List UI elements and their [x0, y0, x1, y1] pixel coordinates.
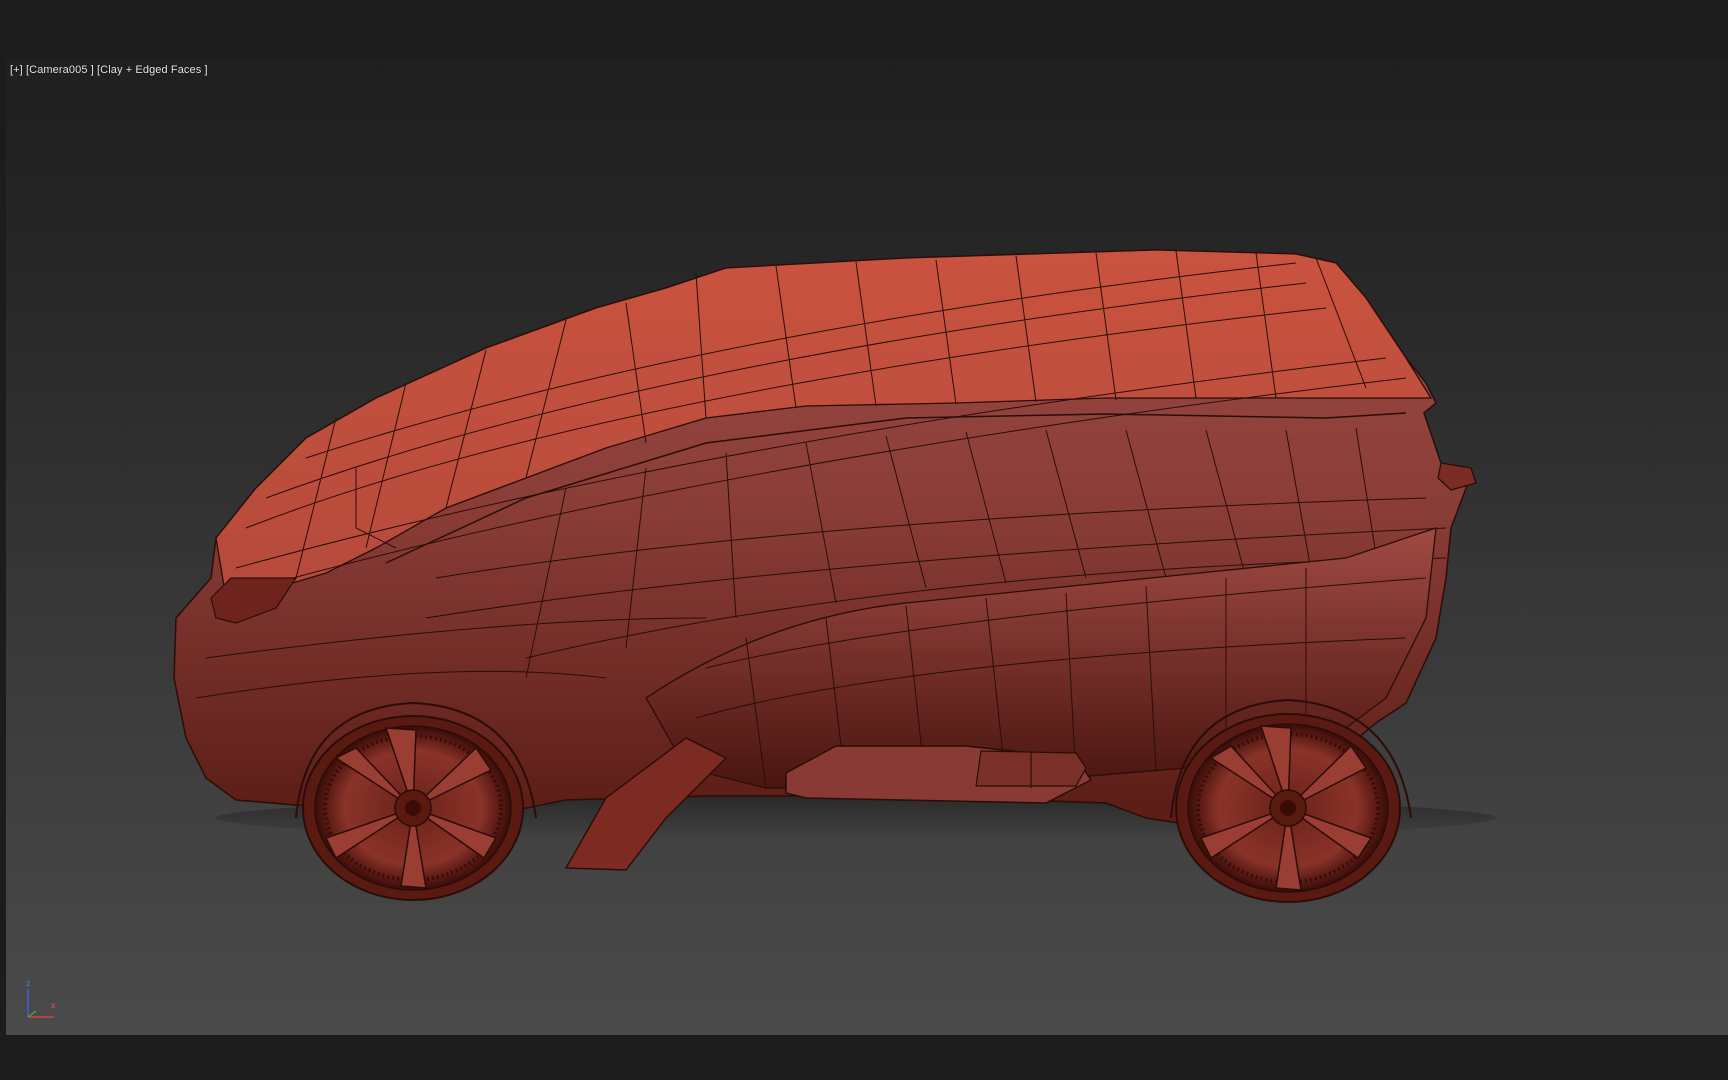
3d-viewport[interactable]: [+] [Camera005 ] [Clay + Edged Faces ] z…: [6, 58, 1728, 1035]
axis-x-label: x: [51, 1001, 56, 1010]
car-model[interactable]: [6, 58, 1728, 1035]
axis-z-label: z: [26, 979, 31, 988]
axis-gizmo-icon: [27, 989, 54, 1018]
axis-tripod: z x: [20, 979, 66, 1029]
rear-wheel: [1175, 713, 1401, 903]
front-wheel: [302, 715, 524, 901]
